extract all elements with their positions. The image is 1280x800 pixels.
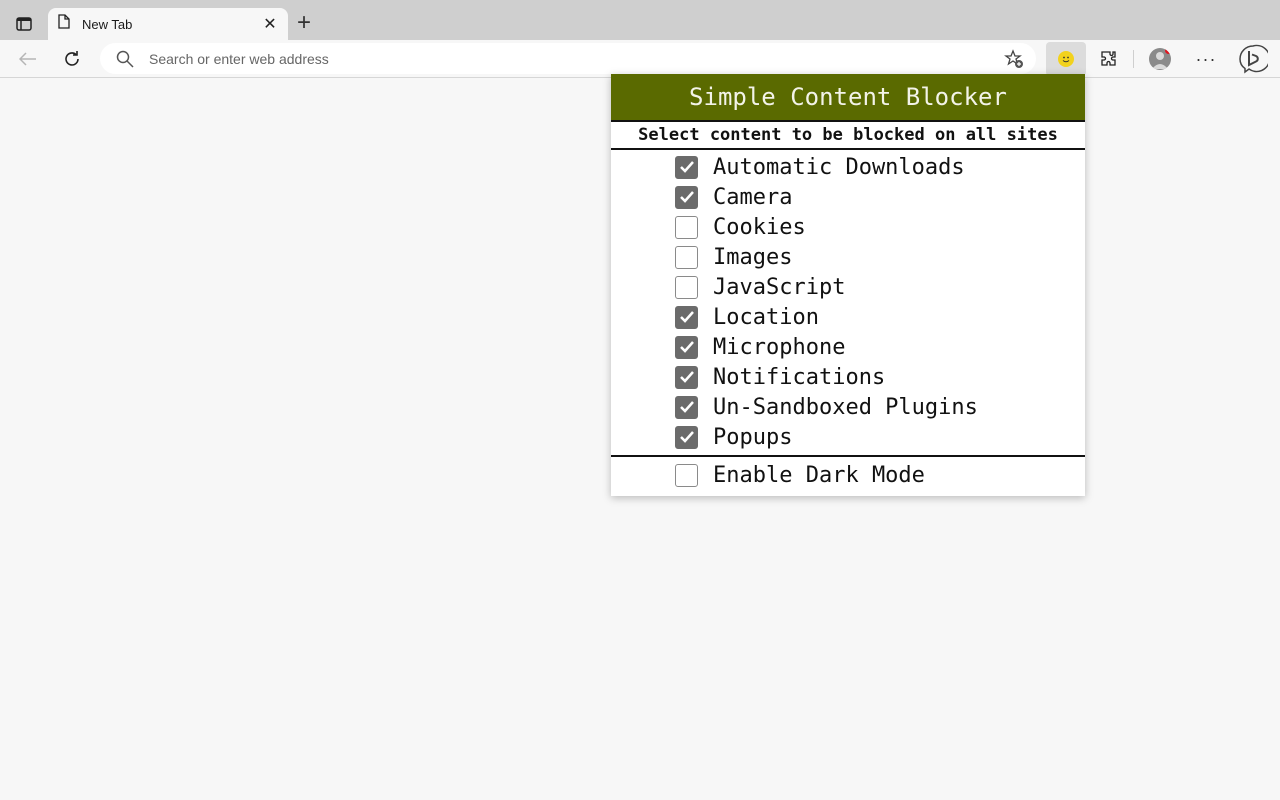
search-icon <box>116 50 134 68</box>
smiley-extension-button[interactable] <box>1046 42 1086 76</box>
tab-strip: New Tab ✕ + <box>0 0 1280 40</box>
option-checkbox[interactable] <box>675 425 698 449</box>
check-icon <box>679 341 694 353</box>
plus-icon[interactable]: + <box>294 11 314 35</box>
more-dots-icon[interactable]: ··· <box>1195 48 1217 70</box>
close-icon[interactable]: ✕ <box>262 14 278 34</box>
popup-subtitle: Select content to be blocked on all site… <box>611 122 1085 150</box>
dark-mode-option[interactable]: Enable Dark Mode <box>611 457 1085 493</box>
block-option-location[interactable]: Location <box>611 302 1085 332</box>
page-icon <box>58 14 70 34</box>
option-checkbox[interactable] <box>675 305 698 329</box>
block-option-un-sandboxed-plugins[interactable]: Un-Sandboxed Plugins <box>611 392 1085 422</box>
check-icon <box>679 311 694 323</box>
option-label: Images <box>713 244 793 270</box>
option-checkbox[interactable] <box>675 185 698 209</box>
check-icon <box>679 371 694 383</box>
option-checkbox[interactable] <box>675 215 698 239</box>
popup-title: Simple Content Blocker <box>611 74 1085 122</box>
toolbar-divider <box>1133 50 1134 68</box>
option-label: Location <box>713 304 819 330</box>
option-label: Popups <box>713 424 793 450</box>
option-label: Microphone <box>713 334 846 360</box>
option-checkbox[interactable] <box>675 365 698 389</box>
block-option-notifications[interactable]: Notifications <box>611 362 1085 392</box>
option-checkbox[interactable] <box>675 155 698 179</box>
option-checkbox[interactable] <box>675 395 698 419</box>
option-label: Camera <box>713 184 793 210</box>
option-label: Automatic Downloads <box>713 154 965 180</box>
favorite-add-icon[interactable] <box>1004 49 1024 69</box>
smiley-extension-icon <box>1058 51 1074 67</box>
dark-mode-label: Enable Dark Mode <box>713 462 925 488</box>
address-bar[interactable] <box>100 43 1036 74</box>
puzzle-extensions-icon[interactable] <box>1098 48 1120 70</box>
content-blocker-popup: Simple Content Blocker Select content to… <box>611 74 1085 496</box>
option-label: Notifications <box>713 364 886 390</box>
option-label: JavaScript <box>713 274 846 300</box>
back-arrow-icon[interactable] <box>17 48 39 70</box>
check-icon <box>679 401 694 413</box>
block-option-automatic-downloads[interactable]: Automatic Downloads <box>611 152 1085 182</box>
block-option-popups[interactable]: Popups <box>611 422 1085 452</box>
bing-chat-icon[interactable] <box>1238 44 1268 74</box>
block-option-javascript[interactable]: JavaScript <box>611 272 1085 302</box>
notification-dot <box>1165 48 1171 54</box>
check-icon <box>679 191 694 203</box>
profile-avatar-icon[interactable] <box>1149 48 1171 70</box>
address-input[interactable] <box>149 50 969 67</box>
block-option-camera[interactable]: Camera <box>611 182 1085 212</box>
block-option-cookies[interactable]: Cookies <box>611 212 1085 242</box>
block-options-list: Automatic Downloads Camera Cookies Images Ja… <box>611 150 1085 457</box>
option-label: Un-Sandboxed Plugins <box>713 394 978 420</box>
option-checkbox[interactable] <box>675 335 698 359</box>
tab-actions-icon[interactable] <box>12 12 36 36</box>
check-icon <box>679 161 694 173</box>
tab-title: New Tab <box>82 16 133 32</box>
check-icon <box>679 431 694 443</box>
block-option-images[interactable]: Images <box>611 242 1085 272</box>
option-checkbox[interactable] <box>675 275 698 299</box>
option-label: Cookies <box>713 214 806 240</box>
reload-icon[interactable] <box>61 48 83 70</box>
option-checkbox[interactable] <box>675 245 698 269</box>
tab-new-tab[interactable]: New Tab ✕ <box>48 8 288 40</box>
block-option-microphone[interactable]: Microphone <box>611 332 1085 362</box>
dark-mode-checkbox[interactable] <box>675 463 698 487</box>
toolbar: ··· <box>0 40 1280 78</box>
